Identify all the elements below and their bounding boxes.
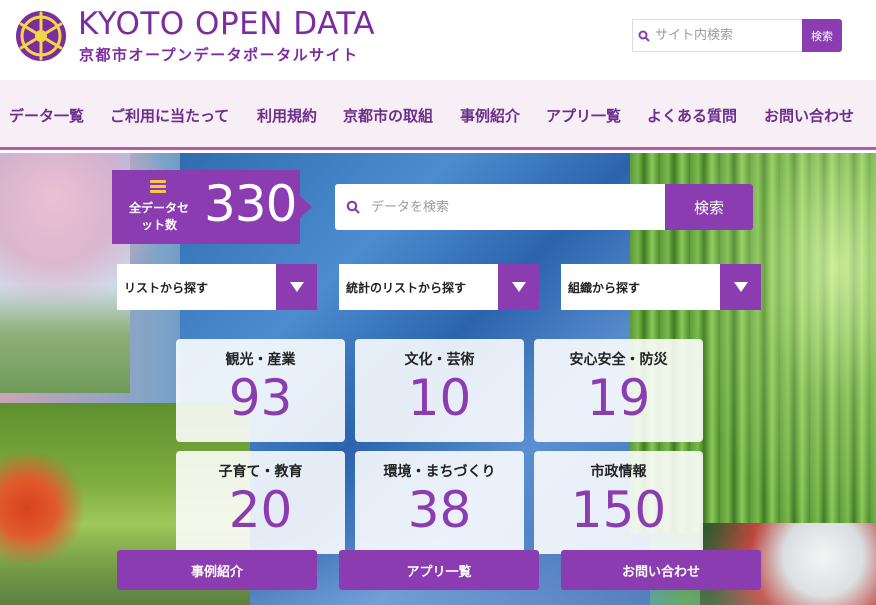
list-icon <box>150 180 166 194</box>
data-search-input[interactable] <box>371 199 651 215</box>
category-count: 20 <box>228 481 293 539</box>
category-tile-childcare[interactable]: 子育て・教育 20 <box>176 451 345 554</box>
category-count: 10 <box>407 369 472 427</box>
dropdown-organization[interactable]: 組織から探す <box>561 264 761 310</box>
category-tile-environment[interactable]: 環境・まちづくり 38 <box>355 451 524 554</box>
nav-item-faq[interactable]: よくある質問 <box>647 105 737 126</box>
dropdown-stats-label: 統計のリストから探す <box>346 280 467 295</box>
category-count: 38 <box>407 481 472 539</box>
nav-item-terms[interactable]: 利用規約 <box>257 105 317 126</box>
nav-item-data-list[interactable]: データ一覧 <box>9 105 84 126</box>
dataset-count-label: 全データセット数 <box>128 201 189 232</box>
cases-button[interactable]: 事例紹介 <box>117 550 317 590</box>
search-icon <box>335 200 371 214</box>
chevron-down-icon[interactable] <box>276 264 317 310</box>
category-tile-city-info[interactable]: 市政情報 150 <box>534 451 703 554</box>
category-tile-safety[interactable]: 安心安全・防災 19 <box>534 339 703 442</box>
site-header: KYOTO OPEN DATA 京都市オープンデータポータルサイト 検索 <box>0 0 876 80</box>
data-search-field[interactable] <box>335 184 665 230</box>
site-subtitle: 京都市オープンデータポータルサイト <box>79 46 359 64</box>
main-nav: データ一覧 ご利用に当たって 利用規約 京都市の取組 事例紹介 アプリ一覧 よく… <box>0 80 876 150</box>
nav-item-cases[interactable]: 事例紹介 <box>460 105 520 126</box>
dropdown-list[interactable]: リストから探す <box>117 264 317 310</box>
chevron-down-icon[interactable] <box>498 264 539 310</box>
contact-button[interactable]: お問い合わせ <box>561 550 761 590</box>
dropdown-list-label: リストから探す <box>124 280 209 295</box>
site-title[interactable]: KYOTO OPEN DATA <box>78 6 375 42</box>
dropdown-stats-list[interactable]: 統計のリストから探す <box>339 264 539 310</box>
apps-button[interactable]: アプリ一覧 <box>339 550 539 590</box>
chevron-down-icon[interactable] <box>720 264 761 310</box>
dataset-count-value: 330 <box>204 175 297 233</box>
site-search-input[interactable] <box>655 28 795 43</box>
hero-section: 全データセット数 330 検索 リストから探す 統計のリストから探す 組織から探… <box>0 153 876 605</box>
category-tile-culture[interactable]: 文化・芸術 10 <box>355 339 524 442</box>
dropdown-organization-label: 組織から探す <box>568 280 641 295</box>
search-icon <box>633 30 655 42</box>
nav-item-contact[interactable]: お問い合わせ <box>764 105 854 126</box>
site-search-button[interactable]: 検索 <box>802 19 842 52</box>
nav-item-apps[interactable]: アプリ一覧 <box>546 105 621 126</box>
category-count: 93 <box>228 369 293 427</box>
kyoto-city-emblem-icon[interactable] <box>14 9 68 63</box>
category-tile-tourism[interactable]: 観光・産業 93 <box>176 339 345 442</box>
data-search-button[interactable]: 検索 <box>665 184 753 230</box>
nav-item-initiatives[interactable]: 京都市の取組 <box>343 105 433 126</box>
site-search-field[interactable] <box>632 19 802 52</box>
nav-item-usage[interactable]: ご利用に当たって <box>110 105 229 126</box>
dataset-count-card: 全データセット数 330 <box>112 170 312 244</box>
category-count: 19 <box>586 369 651 427</box>
category-count: 150 <box>570 481 667 539</box>
